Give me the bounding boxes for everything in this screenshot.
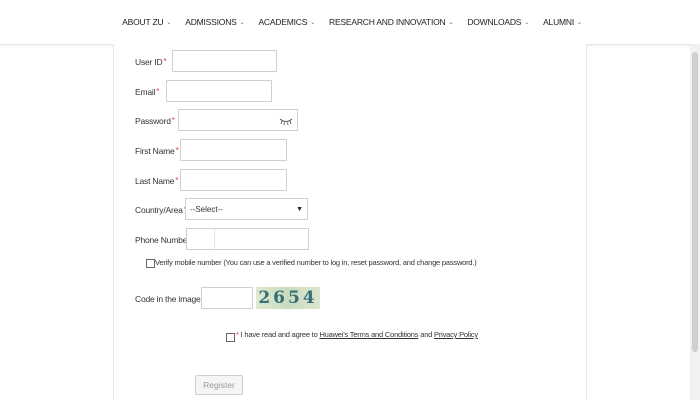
agree-and: and <box>420 330 433 339</box>
captcha-label: Code in the image* <box>135 294 205 304</box>
chevron-down-icon: ⌄ <box>577 19 582 26</box>
nav-item-label: RESEARCH AND INNOVATION <box>329 17 446 27</box>
nav-item-label: ABOUT ZU <box>122 17 164 27</box>
nav-item-academics[interactable]: ACADEMICS ⌄ <box>258 17 315 27</box>
last-name-label: Last Name* <box>135 176 178 186</box>
last-name-label-text: Last Name <box>135 176 175 186</box>
chevron-down-icon: ⌄ <box>524 19 530 26</box>
required-asterisk: * <box>175 176 179 185</box>
email-label: Email* <box>135 87 159 97</box>
nav-item-label: DOWNLOADS <box>467 17 522 27</box>
country-selected-value: --Select-- <box>190 204 223 214</box>
register-button[interactable]: Register <box>195 375 243 395</box>
chevron-down-icon: ⌄ <box>310 19 316 26</box>
verify-mobile-checkbox[interactable] <box>146 259 155 268</box>
password-field <box>178 109 298 131</box>
nav-item-label: ADMISSIONS <box>185 17 237 27</box>
privacy-policy-link[interactable]: Privacy Policy <box>434 330 478 339</box>
scrollbar[interactable] <box>690 44 700 400</box>
phone-country-code[interactable] <box>187 229 215 249</box>
verify-mobile-text: Verify mobile number (You can use a veri… <box>155 258 477 267</box>
email-label-text: Email <box>135 87 156 97</box>
agreement-text: * I have read and agree to Huawei's Term… <box>236 330 478 339</box>
country-select[interactable]: --Select-- ▼ <box>185 198 308 220</box>
country-label: Country/Area* <box>135 205 187 215</box>
required-asterisk: * <box>171 116 175 125</box>
first-name-input[interactable] <box>180 139 287 161</box>
first-name-label: First Name* <box>135 146 179 156</box>
required-asterisk: * <box>175 146 179 155</box>
nav-menu: ABOUT ZU ⌄ ADMISSIONS ⌄ ACADEMICS ⌄ RESE… <box>0 0 700 44</box>
chevron-down-icon: ▼ <box>296 205 303 213</box>
chevron-down-icon: ⌄ <box>448 19 454 26</box>
required-asterisk: * <box>156 87 160 96</box>
captcha-image[interactable]: 2654 <box>256 287 320 309</box>
country-label-text: Country/Area <box>135 205 183 215</box>
nav-item-alumni[interactable]: ALUMNI ⌄ <box>543 17 582 27</box>
user-id-label: User ID* <box>135 57 167 67</box>
nav-item-admissions[interactable]: ADMISSIONS ⌄ <box>185 17 244 27</box>
captcha-input[interactable] <box>201 287 253 309</box>
chevron-down-icon: ⌄ <box>166 19 172 26</box>
phone-label-text: Phone Number <box>135 235 190 245</box>
phone-field[interactable] <box>186 228 309 250</box>
nav-item-label: ALUMNI <box>543 17 574 27</box>
nav-item-about-zu[interactable]: ABOUT ZU ⌄ <box>122 17 171 27</box>
scrollbar-thumb[interactable] <box>692 52 698 352</box>
top-navigation-bar: ABOUT ZU ⌄ ADMISSIONS ⌄ ACADEMICS ⌄ RESE… <box>0 0 700 45</box>
captcha-label-text: Code in the image <box>135 294 201 304</box>
agree-prefix: I have read and agree to <box>240 330 318 339</box>
required-asterisk: * <box>236 330 239 339</box>
email-input[interactable] <box>166 80 272 102</box>
password-label-text: Password <box>135 116 171 126</box>
terms-link[interactable]: Huawei's Terms and Conditions <box>319 330 418 339</box>
first-name-label-text: First Name <box>135 146 175 156</box>
user-id-input[interactable] <box>172 50 277 72</box>
last-name-input[interactable] <box>180 169 287 191</box>
chevron-down-icon: ⌄ <box>239 19 245 26</box>
user-id-label-text: User ID <box>135 57 163 67</box>
nav-item-research-and-innovation[interactable]: RESEARCH AND INNOVATION ⌄ <box>329 17 453 27</box>
required-asterisk: * <box>163 57 167 66</box>
nav-item-label: ACADEMICS <box>258 17 308 27</box>
phone-label: Phone Number <box>135 235 190 245</box>
password-label: Password* <box>135 116 175 126</box>
nav-item-downloads[interactable]: DOWNLOADS ⌄ <box>467 17 529 27</box>
eye-closed-icon[interactable] <box>279 115 293 127</box>
agree-checkbox[interactable] <box>226 333 235 342</box>
